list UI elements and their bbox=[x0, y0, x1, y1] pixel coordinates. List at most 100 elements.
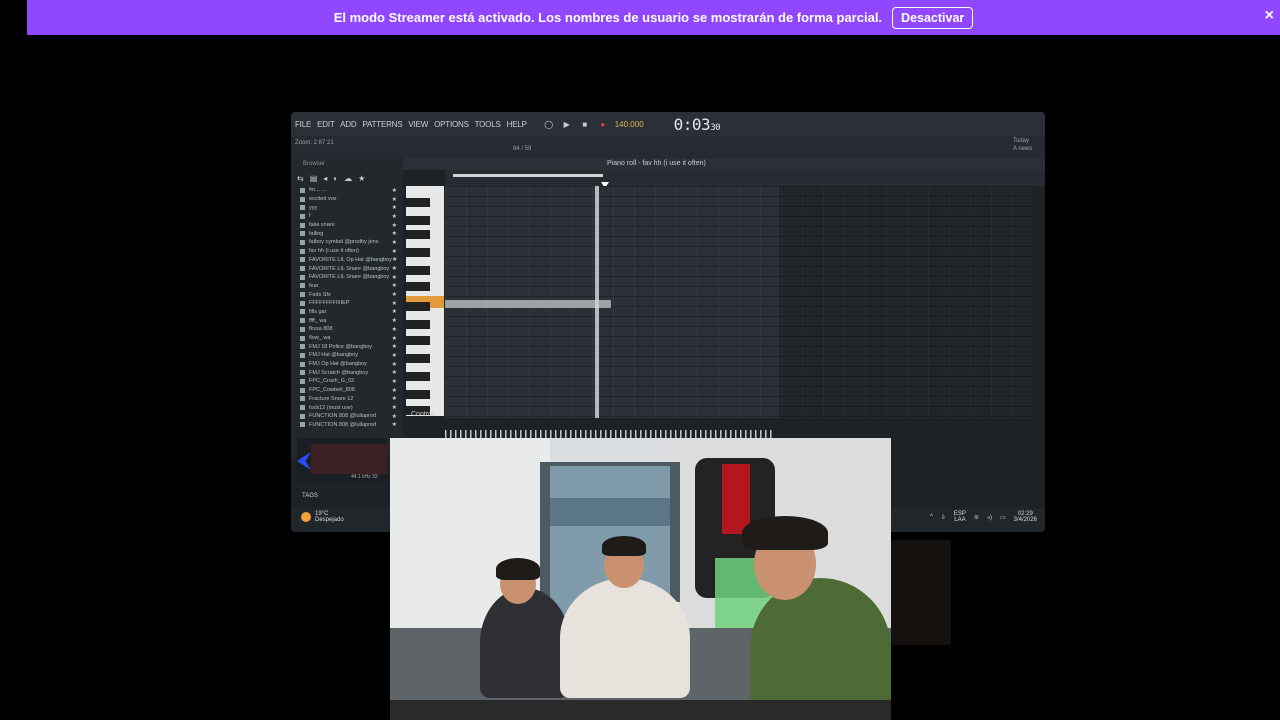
velocity-lane[interactable] bbox=[445, 430, 775, 438]
star-icon[interactable]: ★ bbox=[392, 404, 397, 411]
star-icon[interactable]: ★ bbox=[392, 248, 397, 255]
browser-item[interactable]: FAVORITE LIL Snare @bangboy ★ bbox=[300, 264, 403, 273]
battery-icon[interactable]: ▭ bbox=[1000, 514, 1006, 521]
star-icon[interactable]: ★ bbox=[392, 378, 397, 385]
star-icon[interactable]: ★ bbox=[392, 300, 397, 307]
browser-item[interactable]: FMJ Hat @bangboy ★ bbox=[300, 351, 403, 360]
black-key[interactable] bbox=[406, 266, 430, 275]
browser-item[interactable]: fuck12 (must use) ★ bbox=[300, 403, 403, 412]
star-icon[interactable]: ★ bbox=[392, 421, 397, 428]
menu-options[interactable]: OPTIONS bbox=[434, 120, 469, 129]
star-icon[interactable]: ★ bbox=[392, 343, 397, 350]
browser-item[interactable]: FMJ Op Hat @bangboy ★ bbox=[300, 360, 403, 369]
star-icon[interactable]: ★ bbox=[392, 196, 397, 203]
weather-widget[interactable]: 19°C Despejado bbox=[301, 511, 344, 523]
black-key[interactable] bbox=[406, 354, 430, 363]
black-key[interactable] bbox=[406, 216, 430, 225]
browser-item[interactable]: f ★ bbox=[300, 212, 403, 221]
stop-icon[interactable]: ■ bbox=[579, 118, 591, 130]
star-icon[interactable]: ★ bbox=[392, 308, 397, 315]
browser-item[interactable]: FPC_Cowbell_808 ★ bbox=[300, 386, 403, 395]
menu-edit[interactable]: EDIT bbox=[317, 120, 335, 129]
record-icon[interactable]: ● bbox=[597, 118, 609, 130]
menu-tools[interactable]: TOOLS bbox=[475, 120, 501, 129]
note-grid[interactable] bbox=[445, 186, 1033, 418]
black-key[interactable] bbox=[406, 302, 430, 311]
star-icon[interactable]: ★ bbox=[392, 256, 397, 263]
black-key[interactable] bbox=[406, 372, 430, 381]
note-block[interactable] bbox=[445, 300, 611, 308]
menu-file[interactable]: FILE bbox=[295, 120, 311, 129]
star-icon[interactable]: ★ bbox=[392, 230, 397, 237]
menu-patterns[interactable]: PATTERNS bbox=[363, 120, 403, 129]
speaker-icon[interactable]: ◂ bbox=[323, 174, 327, 183]
black-key[interactable] bbox=[406, 230, 430, 239]
browser-item[interactable]: FUNCTION 808 @lullaprod ★ bbox=[300, 421, 403, 430]
star-icon[interactable]: ★ bbox=[392, 335, 397, 342]
star-icon[interactable]: ★ bbox=[392, 317, 397, 324]
black-key[interactable] bbox=[406, 282, 430, 291]
star-icon[interactable]: ★ bbox=[392, 352, 397, 359]
browser-item[interactable]: yyy ★ bbox=[300, 203, 403, 212]
browser-item[interactable]: FUNCTION 808 @lullaprod ★ bbox=[300, 412, 403, 421]
browser-item[interactable]: Feds Sfx ★ bbox=[300, 290, 403, 299]
black-key[interactable] bbox=[406, 198, 430, 207]
star-icon[interactable]: ★ bbox=[392, 265, 397, 272]
star-icon[interactable]: ★ bbox=[392, 204, 397, 211]
file-icon[interactable]: ▤ bbox=[310, 174, 318, 183]
browser-item[interactable]: fills gar ★ bbox=[300, 308, 403, 317]
star-icon[interactable]: ★ bbox=[392, 361, 397, 368]
star-icon[interactable]: ★ bbox=[392, 291, 397, 298]
clock-date[interactable]: 3/4/2026 bbox=[1014, 517, 1037, 523]
menu-help[interactable]: HELP bbox=[507, 120, 527, 129]
browser-item[interactable]: FMJ Scratch @bangboy ★ bbox=[300, 368, 403, 377]
keyboard-layout[interactable]: LAA bbox=[954, 517, 966, 523]
arrow-icon[interactable]: ⇆ bbox=[297, 174, 304, 183]
browser-item[interactable]: fatboy cymbal @prodby jens ★ bbox=[300, 238, 403, 247]
browser-item[interactable]: Fracture Snare 12 ★ bbox=[300, 395, 403, 404]
chevron-up-icon[interactable]: ^ bbox=[930, 514, 933, 520]
browser-item[interactable]: fav hh (i use it often) ★ bbox=[300, 247, 403, 256]
star-icon[interactable]: ★ bbox=[392, 395, 397, 402]
star-icon[interactable]: ★ bbox=[392, 213, 397, 220]
menu-add[interactable]: ADD bbox=[340, 120, 357, 129]
browser-item[interactable]: FAVORITE LIL Snare @bangboy ★ bbox=[300, 273, 403, 282]
star-icon[interactable]: ★ bbox=[392, 274, 397, 281]
browser-item[interactable]: falling ★ bbox=[300, 229, 403, 238]
control-label[interactable]: Control bbox=[411, 411, 434, 418]
black-key[interactable] bbox=[406, 336, 430, 345]
piano-keyboard[interactable] bbox=[406, 186, 444, 416]
star-icon[interactable]: ★ bbox=[392, 282, 397, 289]
black-key[interactable] bbox=[406, 390, 430, 399]
black-key[interactable] bbox=[406, 248, 430, 257]
close-icon[interactable]: × bbox=[1265, 8, 1274, 24]
browser-item[interactable]: fake snare ★ bbox=[300, 221, 403, 230]
volume-icon[interactable]: ◃) bbox=[987, 514, 992, 521]
star-icon[interactable]: ★ bbox=[392, 239, 397, 246]
star-icon[interactable]: ★ bbox=[392, 187, 397, 194]
browser-item[interactable]: FFFFFFFFIIIIEP ★ bbox=[300, 299, 403, 308]
star-icon[interactable]: ★ bbox=[392, 387, 397, 394]
piano-roll-timeline[interactable] bbox=[445, 170, 1045, 186]
black-key[interactable] bbox=[406, 320, 430, 329]
cloud-icon[interactable]: ☁ bbox=[344, 174, 352, 183]
tempo-display[interactable]: 140.000 bbox=[615, 120, 644, 129]
browser-item[interactable]: FMJ 18 Police @bangboy ★ bbox=[300, 342, 403, 351]
browser-item[interactable]: FAVORITE LIL Op Hat @bangboy ★ bbox=[300, 256, 403, 265]
star-icon[interactable]: ★ bbox=[358, 174, 365, 183]
star-icon[interactable]: ★ bbox=[392, 222, 397, 229]
browser-item[interactable]: fm... ... ★ bbox=[300, 186, 403, 195]
pattern-song-toggle[interactable]: ◯ bbox=[543, 118, 555, 130]
browser-item[interactable]: ffff_ wa ★ bbox=[300, 316, 403, 325]
wifi-icon[interactable]: ≋ bbox=[974, 514, 979, 521]
menu-view[interactable]: VIEW bbox=[408, 120, 428, 129]
star-icon[interactable]: ★ bbox=[392, 326, 397, 333]
usb-icon[interactable]: ⇩ bbox=[941, 514, 946, 521]
play-icon[interactable]: ▶ bbox=[561, 118, 573, 130]
circle-icon[interactable]: ◐ bbox=[333, 174, 338, 183]
star-icon[interactable]: ★ bbox=[392, 369, 397, 376]
star-icon[interactable]: ★ bbox=[392, 413, 397, 420]
browser-item[interactable]: fkvsa 808 ★ bbox=[300, 325, 403, 334]
browser-item[interactable]: flow_ wa ★ bbox=[300, 334, 403, 343]
deactivate-button[interactable]: Desactivar bbox=[892, 6, 974, 29]
